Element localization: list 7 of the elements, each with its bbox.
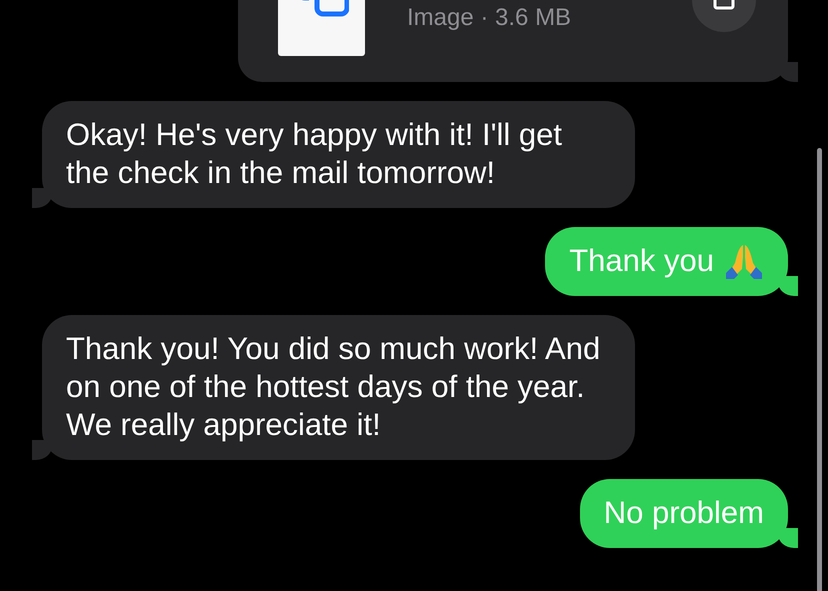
file-details: Image · 3.6 MB — [407, 4, 572, 32]
message-text: Okay! He's very happy with it! I'll get the check in the mail tomorrow! — [66, 116, 563, 192]
message-text: No problem — [604, 494, 764, 532]
message-text: Thank you — [569, 242, 714, 280]
scrollbar[interactable] — [817, 148, 822, 591]
praying-hands-icon — [724, 243, 764, 279]
message-text: Thank you! You did so much work! And on one of the hottest days of the year. We really appreciate it! — [66, 330, 602, 444]
